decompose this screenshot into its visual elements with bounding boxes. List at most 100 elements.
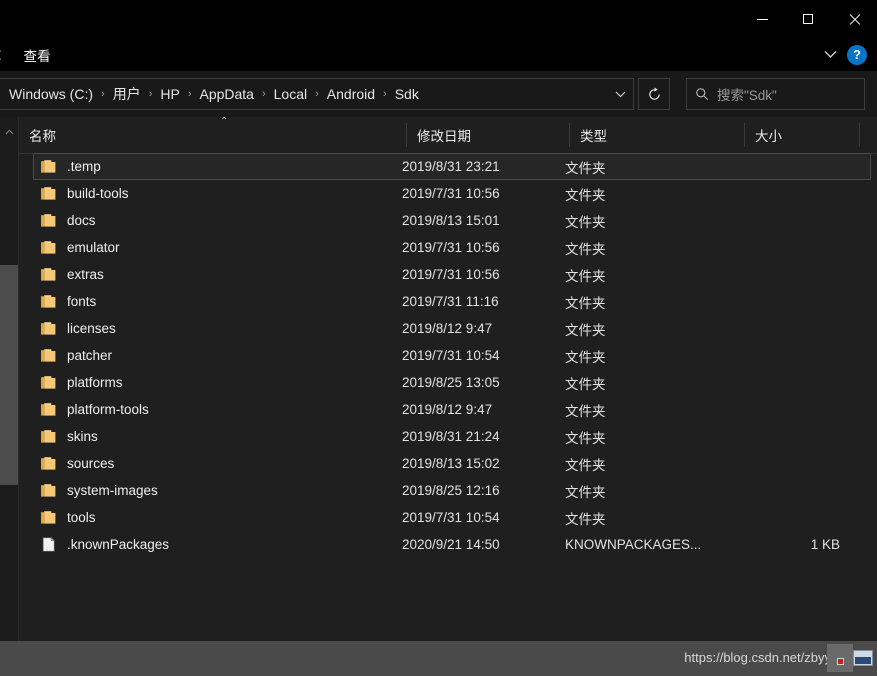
table-row[interactable]: emulator 2019/7/31 10:56 文件夹 [33, 234, 871, 261]
file-type-cell: 文件夹 [565, 160, 606, 176]
column-header-size-label: 大小 [755, 129, 782, 144]
file-name-label: sources [67, 456, 115, 471]
file-name-cell: patcher [40, 348, 402, 363]
file-date-cell: 2019/7/31 10:54 [402, 348, 500, 363]
file-name-label: tools [67, 510, 96, 525]
file-name-cell: extras [40, 267, 402, 282]
file-date-cell: 2019/7/31 10:54 [402, 510, 500, 525]
file-name-label: fonts [67, 294, 97, 309]
navigation-pane [0, 117, 18, 641]
file-name-label: build-tools [67, 186, 129, 201]
file-type-cell: 文件夹 [565, 322, 606, 338]
table-row[interactable]: skins 2019/8/31 21:24 文件夹 [33, 423, 871, 450]
address-bar[interactable]: Windows (C:) › 用户 › HP › AppData › Local… [0, 78, 634, 110]
file-date-cell: 2019/7/31 10:56 [402, 267, 500, 282]
breadcrumb-item-android[interactable]: Android [325, 86, 377, 102]
column-header-date-modified[interactable]: 修改日期 [407, 117, 570, 153]
address-dropdown-button[interactable] [607, 79, 633, 109]
file-explorer-window: 享 查看 ? Windows (C:) › 用户 › H [0, 0, 877, 676]
file-name-cell: platform-tools [40, 402, 402, 417]
table-row[interactable]: platform-tools 2019/8/12 9:47 文件夹 [33, 396, 871, 423]
table-row[interactable]: docs 2019/8/13 15:01 文件夹 [33, 207, 871, 234]
file-icon [40, 537, 57, 552]
status-bar: https://blog.csdn.net/zbyy [0, 641, 877, 676]
breadcrumb-item-local[interactable]: Local [272, 86, 309, 102]
file-type-cell: 文件夹 [565, 484, 606, 500]
file-date-cell: 2020/9/21 14:50 [402, 537, 500, 552]
file-type-cell: 文件夹 [565, 511, 606, 527]
breadcrumb-item-drive[interactable]: Windows (C:) [7, 86, 95, 102]
file-type-cell: 文件夹 [565, 295, 606, 311]
navigation-scrollbar[interactable] [0, 117, 18, 641]
breadcrumb-item-sdk[interactable]: Sdk [393, 86, 421, 102]
tab-view[interactable]: 查看 [12, 38, 63, 71]
column-header-type[interactable]: 类型 [570, 117, 745, 153]
table-row[interactable]: .temp 2019/8/31 23:21 文件夹 [33, 153, 871, 180]
file-name-cell: .knownPackages [40, 537, 402, 552]
table-row[interactable]: system-images 2019/8/25 12:16 文件夹 [33, 477, 871, 504]
file-type-cell: 文件夹 [565, 457, 606, 473]
tab-share[interactable]: 享 [0, 38, 12, 71]
file-name-label: patcher [67, 348, 113, 363]
file-date-cell: 2019/7/31 10:56 [402, 240, 500, 255]
tab-share-label: 享 [0, 45, 2, 65]
file-name-cell: fonts [40, 294, 402, 309]
address-bar-row: Windows (C:) › 用户 › HP › AppData › Local… [0, 71, 877, 117]
close-button[interactable] [831, 0, 877, 38]
folder-icon [40, 429, 57, 444]
breadcrumb-separator-icon: › [187, 88, 192, 100]
folder-icon [40, 483, 57, 498]
table-row[interactable]: extras 2019/7/31 10:56 文件夹 [33, 261, 871, 288]
file-date-cell: 2019/8/25 13:05 [402, 375, 500, 390]
scroll-up-button[interactable] [0, 123, 18, 141]
file-name-cell: skins [40, 429, 402, 444]
search-input[interactable]: 搜索"Sdk" [717, 84, 777, 104]
column-header-name-label: 名称 [29, 129, 56, 144]
folder-icon [40, 240, 57, 255]
help-button[interactable]: ? [847, 44, 867, 65]
minimize-button[interactable] [739, 0, 785, 38]
breadcrumb-item-hp[interactable]: HP [158, 86, 181, 102]
table-row[interactable]: platforms 2019/8/25 13:05 文件夹 [33, 369, 871, 396]
table-row[interactable]: fonts 2019/7/31 11:16 文件夹 [33, 288, 871, 315]
file-date-cell: 2019/7/31 11:16 [402, 294, 499, 309]
help-icon: ? [853, 47, 861, 62]
table-row[interactable]: .knownPackages 2020/9/21 14:50 KNOWNPACKAG… [33, 531, 871, 558]
close-icon [848, 13, 861, 26]
ribbon-expand-button[interactable] [819, 44, 841, 66]
table-row[interactable]: patcher 2019/7/31 10:54 文件夹 [33, 342, 871, 369]
tab-view-label: 查看 [23, 48, 51, 64]
window-controls [739, 0, 877, 38]
search-icon [687, 87, 717, 101]
table-row[interactable]: licenses 2019/8/12 9:47 文件夹 [33, 315, 871, 342]
watermark-logo-icon [853, 650, 873, 666]
file-name-label: system-images [67, 483, 158, 498]
search-box[interactable]: 搜索"Sdk" [686, 78, 865, 110]
breadcrumb-separator-icon: › [383, 88, 387, 100]
breadcrumb-item-appdata[interactable]: AppData [197, 86, 255, 102]
scrollbar-thumb[interactable] [0, 265, 18, 485]
file-date-cell: 2019/8/31 21:24 [402, 429, 500, 444]
maximize-button[interactable] [785, 0, 831, 38]
file-name-label: .knownPackages [67, 537, 170, 552]
file-date-cell: 2019/8/25 12:16 [402, 483, 500, 498]
folder-icon [40, 456, 57, 471]
refresh-button[interactable] [638, 78, 670, 110]
chevron-down-icon [615, 91, 625, 97]
table-row[interactable]: build-tools 2019/7/31 10:56 文件夹 [33, 180, 871, 207]
breadcrumb: Windows (C:) › 用户 › HP › AppData › Local… [0, 84, 607, 104]
breadcrumb-separator-icon: › [101, 88, 105, 100]
column-divider[interactable] [859, 123, 860, 147]
table-row[interactable]: tools 2019/7/31 10:54 文件夹 [33, 504, 871, 531]
breadcrumb-separator-icon: › [148, 88, 153, 100]
column-header-type-label: 类型 [580, 129, 607, 144]
file-date-cell: 2019/8/13 15:01 [402, 213, 500, 228]
file-date-cell: 2019/8/12 9:47 [402, 321, 493, 336]
breadcrumb-item-users[interactable]: 用户 [111, 84, 143, 104]
table-row[interactable]: sources 2019/8/13 15:02 文件夹 [33, 450, 871, 477]
column-header-size[interactable]: 大小 [745, 117, 860, 153]
folder-icon [40, 348, 57, 363]
column-header-name[interactable]: 名称 ⌃ [19, 116, 407, 153]
ribbon-bar: 享 查看 ? [0, 38, 877, 71]
file-name-cell: build-tools [40, 186, 402, 201]
